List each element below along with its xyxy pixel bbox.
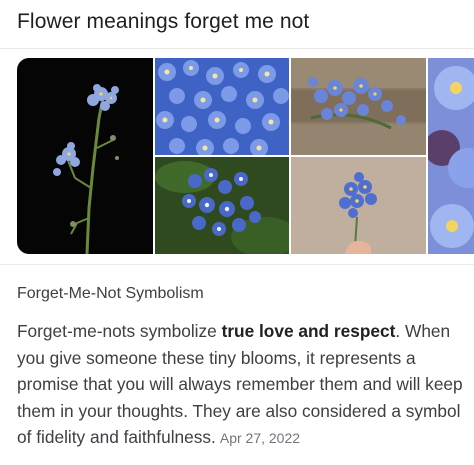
snippet-date: Apr 27, 2022	[219, 430, 301, 446]
snippet-text-before: Forget-me-nots symbolize	[17, 321, 222, 341]
image-thumbnail-bunch[interactable]	[155, 157, 289, 254]
section-divider	[0, 264, 474, 265]
search-header: Flower meanings forget me not	[0, 0, 474, 49]
forget-me-not-closeup-image	[428, 58, 474, 254]
snippet-text: Forget-me-nots symbolize true love and r…	[17, 318, 467, 452]
forget-me-not-on-wood-image	[291, 58, 426, 155]
forget-me-not-bunch-image	[155, 157, 289, 254]
snippet-title[interactable]: Forget-Me-Not Symbolism	[17, 285, 204, 303]
image-thumbnail-stem[interactable]	[17, 58, 153, 254]
image-thumbnail-closeup[interactable]	[428, 58, 474, 254]
image-thumbnail-hand[interactable]	[291, 157, 426, 254]
snippet-highlight: true love and respect	[221, 321, 396, 341]
forget-me-not-field-image	[155, 58, 289, 155]
image-thumbnail-field[interactable]	[155, 58, 289, 155]
forget-me-not-stem-black-background-image	[17, 58, 153, 254]
image-thumbnail-wood[interactable]	[291, 58, 426, 155]
forget-me-not-hand-image	[291, 157, 426, 254]
search-query-title[interactable]: Flower meanings forget me not	[17, 10, 309, 34]
image-carousel[interactable]	[0, 58, 474, 254]
